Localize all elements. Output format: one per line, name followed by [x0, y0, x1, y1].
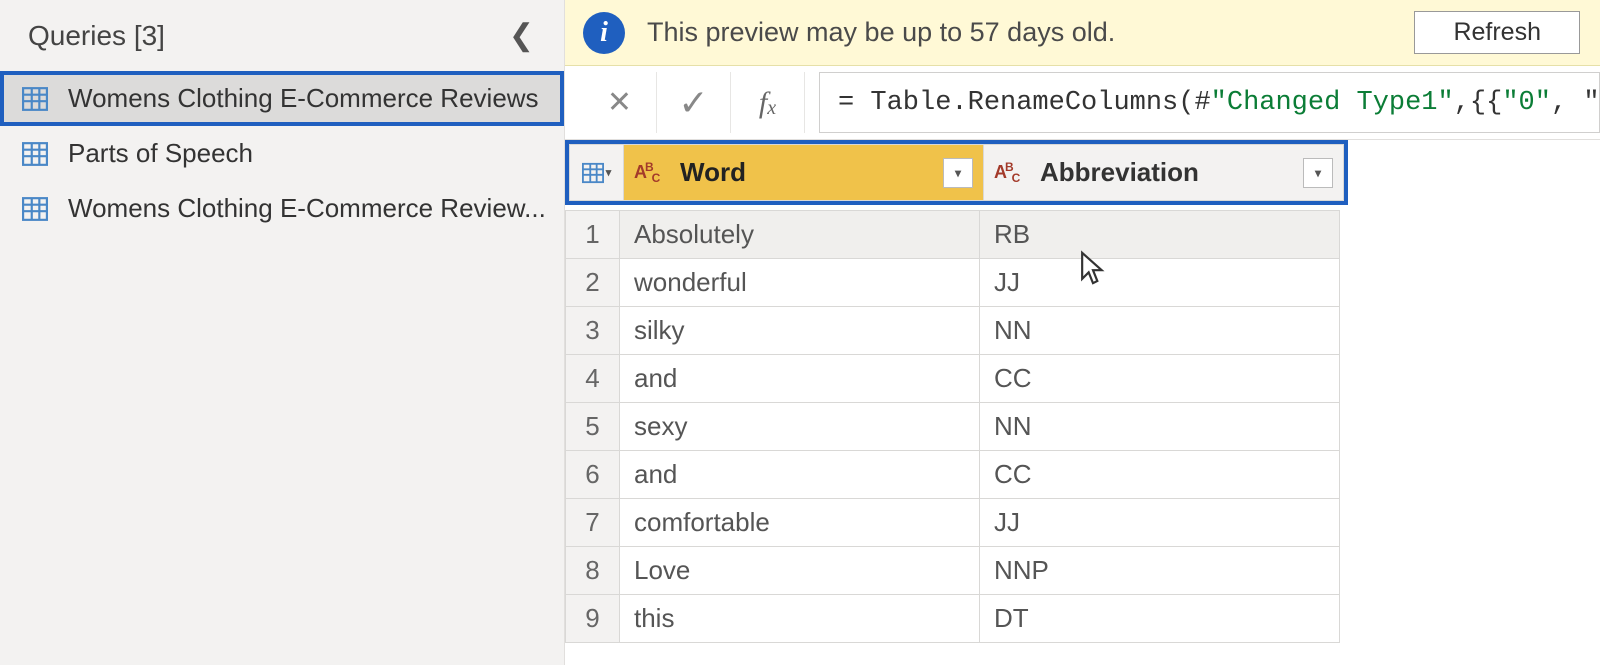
- formula-accept-button[interactable]: ✓: [657, 72, 731, 133]
- row-number[interactable]: 4: [566, 355, 620, 403]
- cell-word[interactable]: this: [620, 595, 980, 643]
- info-icon: i: [583, 12, 625, 54]
- row-number[interactable]: 8: [566, 547, 620, 595]
- column-header-abbreviation[interactable]: ABC Abbreviation ▾: [984, 145, 1344, 201]
- cell-word[interactable]: silky: [620, 307, 980, 355]
- cell-abbreviation[interactable]: NN: [980, 307, 1340, 355]
- cell-word[interactable]: Love: [620, 547, 980, 595]
- column-filter-button[interactable]: ▾: [1303, 158, 1333, 188]
- formula-bar: ✕ ✓ fx = Table.RenameColumns(#"Changed T…: [565, 66, 1600, 140]
- main-area: i This preview may be up to 57 days old.…: [565, 0, 1600, 665]
- row-number[interactable]: 1: [566, 211, 620, 259]
- row-number[interactable]: 6: [566, 451, 620, 499]
- cell-abbreviation[interactable]: RB: [980, 211, 1340, 259]
- cell-word[interactable]: wonderful: [620, 259, 980, 307]
- row-number[interactable]: 5: [566, 403, 620, 451]
- query-item-womens-reviews-2[interactable]: Womens Clothing E-Commerce Review...: [0, 181, 564, 236]
- formula-cancel-button[interactable]: ✕: [583, 72, 657, 133]
- column-filter-button[interactable]: ▾: [943, 158, 973, 188]
- query-item-label: Womens Clothing E-Commerce Review...: [68, 193, 546, 224]
- cell-word[interactable]: and: [620, 355, 980, 403]
- table-corner-menu[interactable]: ▾: [570, 145, 624, 201]
- data-grid: ▾ ABC Word ▾: [565, 140, 1600, 643]
- collapse-queries-button[interactable]: ❮: [503, 18, 540, 53]
- queries-panel: Queries [3] ❮ Womens Clothing E-Commerce…: [0, 0, 565, 665]
- formula-text: = Table.RenameColumns(#"Changed Type1",{…: [838, 88, 1600, 118]
- table-row[interactable]: 3silkyNN: [566, 307, 1340, 355]
- query-item-label: Parts of Speech: [68, 138, 253, 169]
- query-item-parts-of-speech[interactable]: Parts of Speech: [0, 126, 564, 181]
- cell-word[interactable]: sexy: [620, 403, 980, 451]
- cell-abbreviation[interactable]: JJ: [980, 259, 1340, 307]
- table-icon: [22, 141, 48, 167]
- table-row[interactable]: 9thisDT: [566, 595, 1340, 643]
- table-icon: [22, 196, 48, 222]
- cell-word[interactable]: and: [620, 451, 980, 499]
- cell-abbreviation[interactable]: JJ: [980, 499, 1340, 547]
- query-item-womens-reviews[interactable]: Womens Clothing E-Commerce Reviews: [0, 71, 564, 126]
- formula-input[interactable]: = Table.RenameColumns(#"Changed Type1",{…: [819, 72, 1600, 133]
- row-number[interactable]: 9: [566, 595, 620, 643]
- table-row[interactable]: 4andCC: [566, 355, 1340, 403]
- cell-abbreviation[interactable]: CC: [980, 451, 1340, 499]
- cell-word[interactable]: Absolutely: [620, 211, 980, 259]
- row-number[interactable]: 7: [566, 499, 620, 547]
- query-item-label: Womens Clothing E-Commerce Reviews: [68, 83, 539, 114]
- preview-stale-banner: i This preview may be up to 57 days old.…: [565, 0, 1600, 66]
- row-number[interactable]: 2: [566, 259, 620, 307]
- refresh-button[interactable]: Refresh: [1414, 11, 1580, 54]
- column-name: Abbreviation: [1040, 157, 1293, 188]
- table-row[interactable]: 2wonderfulJJ: [566, 259, 1340, 307]
- cell-abbreviation[interactable]: NN: [980, 403, 1340, 451]
- preview-stale-text: This preview may be up to 57 days old.: [647, 17, 1392, 48]
- table-icon: [22, 86, 48, 112]
- column-header-word[interactable]: ABC Word ▾: [624, 145, 984, 201]
- query-list: Womens Clothing E-Commerce Reviews Parts…: [0, 71, 564, 236]
- cell-abbreviation[interactable]: CC: [980, 355, 1340, 403]
- column-type-icon: ABC: [634, 162, 670, 183]
- table-row[interactable]: 7comfortableJJ: [566, 499, 1340, 547]
- table-row[interactable]: 5sexyNN: [566, 403, 1340, 451]
- queries-panel-title: Queries [3]: [28, 20, 165, 52]
- row-number[interactable]: 3: [566, 307, 620, 355]
- cell-abbreviation[interactable]: DT: [980, 595, 1340, 643]
- fx-icon[interactable]: fx: [731, 72, 805, 133]
- table-row[interactable]: 6andCC: [566, 451, 1340, 499]
- table-row[interactable]: 8LoveNNP: [566, 547, 1340, 595]
- cell-word[interactable]: comfortable: [620, 499, 980, 547]
- cell-abbreviation[interactable]: NNP: [980, 547, 1340, 595]
- column-name: Word: [680, 157, 933, 188]
- table-row[interactable]: 1AbsolutelyRB: [566, 211, 1340, 259]
- column-type-icon: ABC: [994, 162, 1030, 183]
